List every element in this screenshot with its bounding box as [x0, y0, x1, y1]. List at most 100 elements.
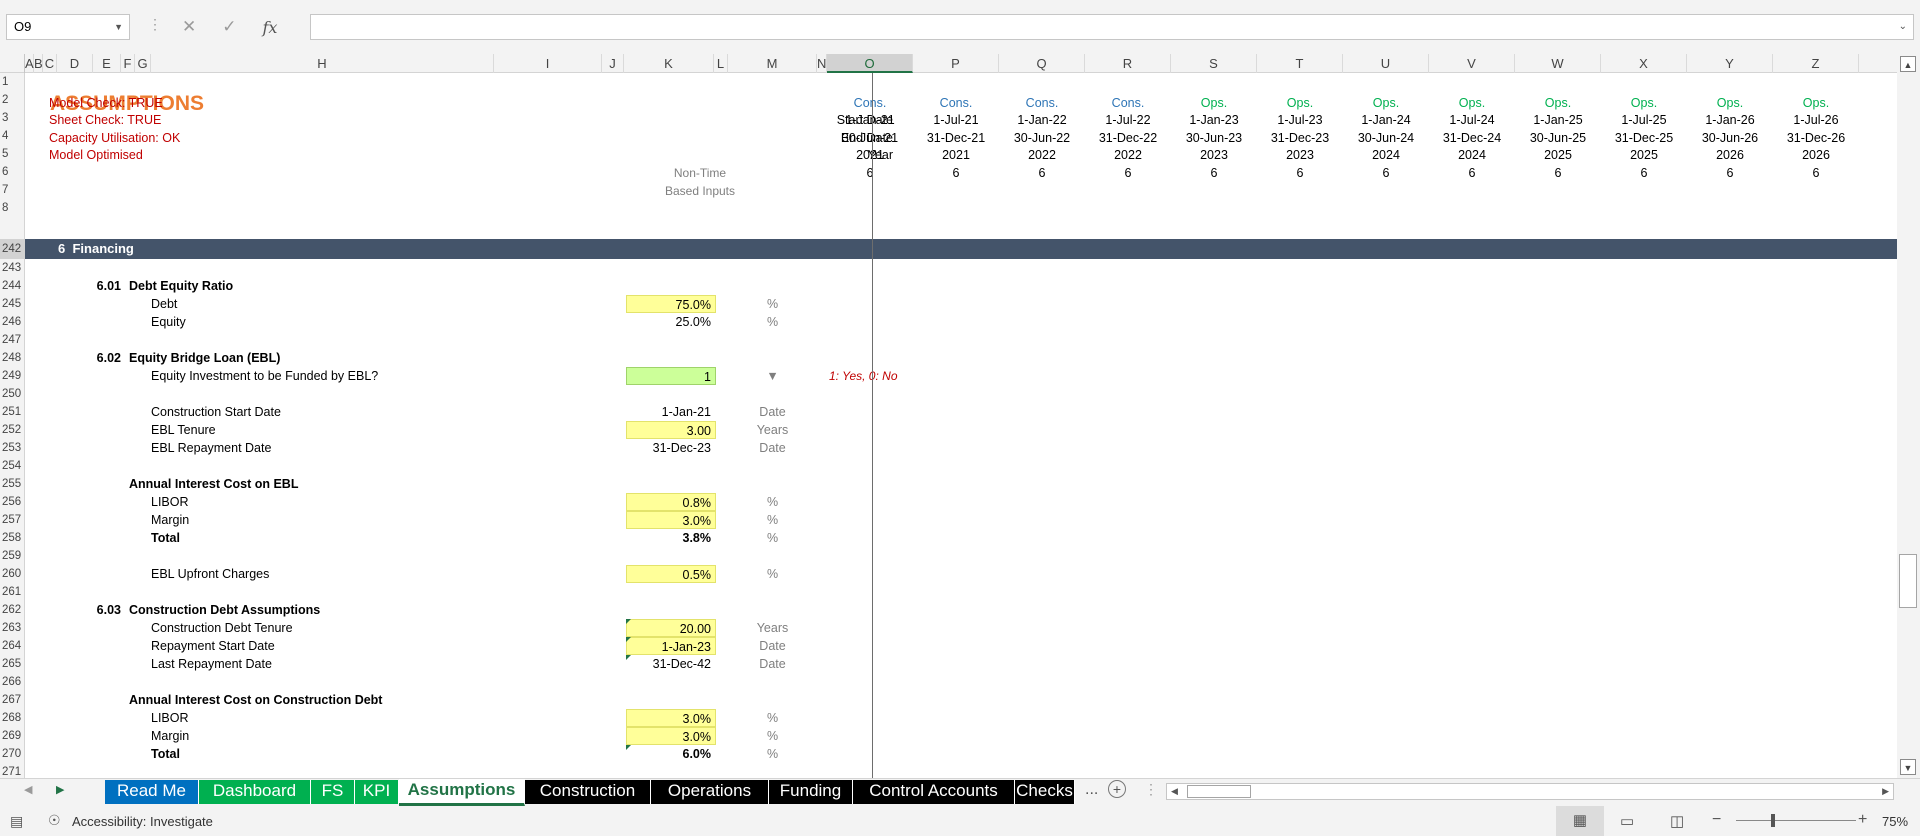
tab-control-accounts[interactable]: Control Accounts — [853, 780, 1015, 804]
select-all-corner[interactable] — [0, 54, 25, 73]
tab-splitter-icon[interactable]: ⋮ — [1144, 781, 1158, 798]
enter-icon[interactable]: ✓ — [222, 17, 236, 37]
row-header-249[interactable]: 249 — [0, 367, 25, 385]
tab-read-me[interactable]: Read Me — [105, 780, 199, 804]
row-header-252[interactable]: 252 — [0, 421, 25, 439]
tab-fs[interactable]: FS — [311, 780, 355, 804]
scroll-up-icon[interactable]: ▲ — [1900, 56, 1916, 72]
expand-formula-icon[interactable]: ⌄ — [1899, 21, 1907, 32]
tab-construction[interactable]: Construction — [525, 780, 651, 804]
horizontal-scroll-thumb[interactable] — [1187, 785, 1251, 798]
row-header-253[interactable]: 253 — [0, 439, 25, 457]
cancel-icon[interactable]: ✕ — [182, 17, 196, 37]
column-header-o[interactable]: O — [827, 54, 913, 73]
zoom-slider[interactable] — [1736, 820, 1856, 821]
insert-function-icon[interactable]: fx — [263, 18, 278, 37]
macro-record-icon[interactable]: ▤ — [10, 813, 23, 830]
row-header-255[interactable]: 255 — [0, 475, 25, 493]
column-header-d[interactable]: D — [57, 54, 93, 73]
column-header-l[interactable]: L — [714, 54, 728, 73]
column-header-g[interactable]: G — [135, 54, 151, 73]
row-header-257[interactable]: 257 — [0, 511, 25, 529]
normal-view-icon[interactable]: ▦ — [1556, 806, 1604, 836]
column-header-x[interactable]: X — [1601, 54, 1687, 73]
row-header-242[interactable]: 242 — [0, 239, 25, 259]
horizontal-scrollbar[interactable]: ◀ ▶ — [1166, 783, 1894, 800]
item-value[interactable]: 20.00 — [626, 619, 716, 637]
column-header-b[interactable]: B — [34, 54, 43, 73]
item-value[interactable]: 3.0% — [626, 727, 716, 745]
item-value[interactable]: 1-Jan-23 — [626, 637, 716, 655]
scroll-right-icon[interactable]: ▶ — [1882, 786, 1889, 797]
vertical-scroll-thumb[interactable] — [1899, 554, 1917, 608]
zoom-out-icon[interactable]: − — [1712, 811, 1721, 829]
column-header-a[interactable]: A — [25, 54, 34, 73]
column-header-i[interactable]: I — [494, 54, 602, 73]
row-header-261[interactable]: 261 — [0, 583, 25, 601]
zoom-slider-thumb[interactable] — [1771, 814, 1775, 827]
tab-operations[interactable]: Operations — [651, 780, 769, 804]
column-header-t[interactable]: T — [1257, 54, 1343, 73]
row-header-256[interactable]: 256 — [0, 493, 25, 511]
tab-dashboard[interactable]: Dashboard — [199, 780, 311, 804]
column-header-h[interactable]: H — [151, 54, 494, 73]
tab-funding[interactable]: Funding — [769, 780, 853, 804]
column-header-m[interactable]: M — [728, 54, 817, 73]
row-header-248[interactable]: 248 — [0, 349, 25, 367]
row-header-247[interactable]: 247 — [0, 331, 25, 349]
row-header-260[interactable]: 260 — [0, 565, 25, 583]
chevron-down-icon[interactable]: ▼ — [114, 15, 123, 39]
column-header-f[interactable]: F — [121, 54, 135, 73]
item-value[interactable]: 3.0% — [626, 511, 716, 529]
row-header-246[interactable]: 246 — [0, 313, 25, 331]
more-sheets-button[interactable]: ... — [1085, 781, 1098, 799]
row-header-243[interactable]: 243 — [0, 259, 25, 277]
column-header-q[interactable]: Q — [999, 54, 1085, 73]
vertical-scrollbar[interactable]: ▲ ▼ — [1897, 54, 1920, 778]
row-header-2[interactable]: 2 — [0, 91, 25, 109]
column-header-r[interactable]: R — [1085, 54, 1171, 73]
item-value[interactable]: 3.00 — [626, 421, 716, 439]
row-header-266[interactable]: 266 — [0, 673, 25, 691]
row-header-270[interactable]: 270 — [0, 745, 25, 763]
column-header-s[interactable]: S — [1171, 54, 1257, 73]
column-header-y[interactable]: Y — [1687, 54, 1773, 73]
column-header-w[interactable]: W — [1515, 54, 1601, 73]
row-header-1[interactable]: 1 — [0, 73, 25, 91]
row-header-269[interactable]: 269 — [0, 727, 25, 745]
column-header-j[interactable]: J — [602, 54, 624, 73]
zoom-in-icon[interactable]: + — [1858, 811, 1867, 829]
row-header-259[interactable]: 259 — [0, 547, 25, 565]
item-value[interactable]: 0.5% — [626, 565, 716, 583]
row-header-258[interactable]: 258 — [0, 529, 25, 547]
accessibility-status[interactable]: Accessibility: Investigate — [72, 814, 213, 829]
accessibility-icon[interactable]: ☉ — [48, 812, 61, 829]
row-header-263[interactable]: 263 — [0, 619, 25, 637]
item-value[interactable]: 75.0% — [626, 295, 716, 313]
tab-assumptions[interactable]: Assumptions — [399, 779, 525, 806]
row-header-244[interactable]: 244 — [0, 277, 25, 295]
tab-scroll-left-icon[interactable]: ◀ — [24, 783, 32, 796]
item-value[interactable]: 1 — [626, 367, 716, 385]
row-header-267[interactable]: 267 — [0, 691, 25, 709]
tab-checks[interactable]: Checks — [1015, 780, 1075, 804]
row-header-4[interactable]: 4 — [0, 127, 25, 145]
row-header-265[interactable]: 265 — [0, 655, 25, 673]
column-header-c[interactable]: C — [43, 54, 57, 73]
name-box[interactable]: O9 ▼ — [6, 14, 130, 40]
row-header-264[interactable]: 264 — [0, 637, 25, 655]
column-header-k[interactable]: K — [624, 54, 714, 73]
item-value[interactable]: 3.0% — [626, 709, 716, 727]
column-header-v[interactable]: V — [1429, 54, 1515, 73]
formula-input[interactable]: ⌄ — [310, 14, 1914, 40]
column-header-n[interactable]: N — [817, 54, 827, 73]
page-layout-view-icon[interactable]: ▭ — [1620, 812, 1634, 830]
row-header-254[interactable]: 254 — [0, 457, 25, 475]
item-value[interactable]: 0.8% — [626, 493, 716, 511]
scroll-down-icon[interactable]: ▼ — [1900, 759, 1916, 775]
row-header-250[interactable]: 250 — [0, 385, 25, 403]
row-header-268[interactable]: 268 — [0, 709, 25, 727]
zoom-level[interactable]: 75% — [1882, 814, 1908, 829]
row-header-8[interactable]: 8 — [0, 199, 25, 217]
worksheet-grid[interactable]: ASSUMPTIONS Model Check: TRUE Sheet Chec… — [25, 73, 1897, 778]
